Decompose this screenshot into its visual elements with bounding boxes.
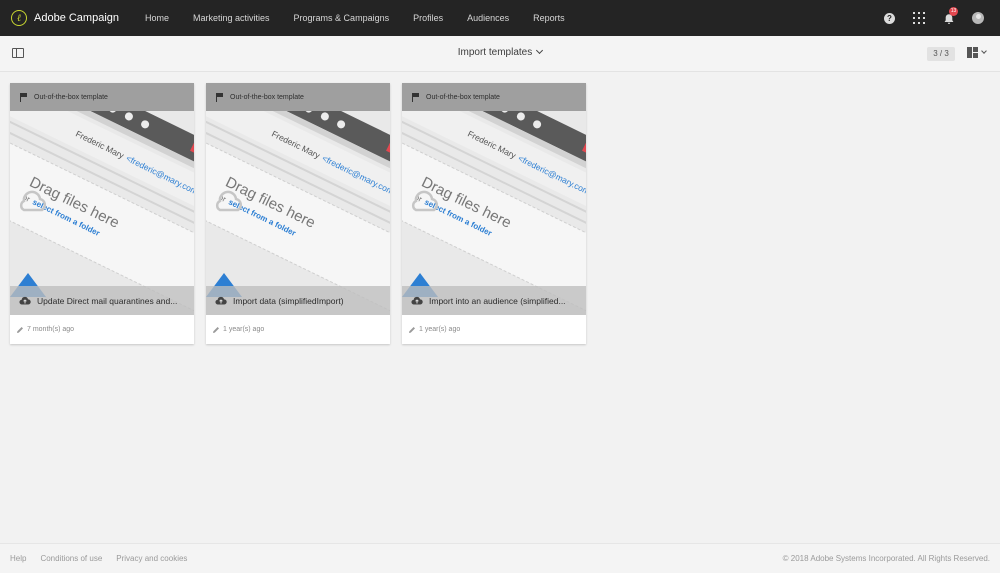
view-mode-toggle[interactable] — [967, 47, 987, 58]
card-title: Import into an audience (simplified... — [429, 295, 566, 306]
nav-item-marketing-activities[interactable]: Marketing activities — [181, 13, 282, 23]
copyright-text: © 2018 Adobe Systems Incorporated. All R… — [782, 554, 990, 563]
card-header-label: Out-of-the-box template — [230, 93, 304, 101]
footer-link-privacy[interactable]: Privacy and cookies — [116, 554, 187, 563]
chevron-down-icon — [536, 46, 544, 55]
template-card-3[interactable]: Out-of-the-box template Frederic Mary <f… — [402, 83, 586, 344]
adobe-campaign-logo-icon: ℓ — [11, 10, 27, 26]
footer-links: Help Conditions of use Privacy and cooki… — [10, 554, 201, 563]
nav-item-audiences[interactable]: Audiences — [455, 13, 521, 23]
cloud-upload-icon — [411, 296, 423, 305]
notification-count-badge: 13 — [949, 7, 958, 16]
page-title-dropdown[interactable]: Import templates — [0, 46, 1000, 58]
footer-link-conditions[interactable]: Conditions of use — [40, 554, 102, 563]
top-navigation-bar: ℓ Adobe Campaign Home Marketing activiti… — [0, 0, 1000, 36]
card-thumbnail: Out-of-the-box template Frederic Mary <f… — [206, 83, 390, 315]
page-title: Import templates — [457, 47, 533, 58]
brand[interactable]: ℓ Adobe Campaign — [11, 10, 131, 26]
flag-icon — [216, 92, 224, 102]
thumbnail-illustration: Frederic Mary <frederic@mary.com> Drag f… — [10, 83, 194, 315]
card-header: Out-of-the-box template — [402, 83, 586, 111]
card-name-bar: Import data (simplifiedImport) — [206, 286, 390, 315]
pencil-icon — [409, 326, 415, 333]
chevron-down-icon — [981, 48, 987, 54]
template-card-1[interactable]: Out-of-the-box template Frederic Mary <f… — [10, 83, 194, 344]
cloud-upload-icon — [19, 296, 31, 305]
main-nav: Home Marketing activities Programs & Cam… — [133, 13, 577, 23]
card-header: Out-of-the-box template — [206, 83, 390, 111]
nav-item-programs-campaigns[interactable]: Programs & Campaigns — [282, 13, 402, 23]
card-modified-time: 1 year(s) ago — [223, 326, 265, 333]
notifications-button[interactable]: 13 — [943, 7, 958, 24]
footer-link-help[interactable]: Help — [10, 554, 26, 563]
card-title: Update Direct mail quarantines and... — [37, 295, 178, 306]
apps-grid-icon[interactable] — [913, 12, 925, 24]
brand-name: Adobe Campaign — [34, 12, 120, 24]
card-header-label: Out-of-the-box template — [426, 93, 500, 101]
card-header-label: Out-of-the-box template — [34, 93, 108, 101]
card-header: Out-of-the-box template — [10, 83, 194, 111]
card-name-bar: Import into an audience (simplified... — [402, 286, 586, 315]
card-footer: 1 year(s) ago — [402, 315, 586, 344]
nav-item-profiles[interactable]: Profiles — [401, 13, 455, 23]
card-view-icon — [967, 47, 978, 58]
thumbnail-illustration: Frederic Mary <frederic@mary.com> Drag f… — [206, 83, 390, 315]
help-icon[interactable]: ? — [884, 12, 895, 24]
card-name-bar: Update Direct mail quarantines and... — [10, 286, 194, 315]
top-actions: ? 13 — [884, 0, 984, 36]
user-avatar[interactable] — [972, 12, 984, 24]
template-card-2[interactable]: Out-of-the-box template Frederic Mary <f… — [206, 83, 390, 344]
pencil-icon — [213, 326, 219, 333]
card-thumbnail: Out-of-the-box template Frederic Mary <f… — [10, 83, 194, 315]
card-modified-time: 1 year(s) ago — [419, 326, 461, 333]
nav-item-reports[interactable]: Reports — [521, 13, 577, 23]
nav-item-home[interactable]: Home — [133, 13, 181, 23]
card-title: Import data (simplifiedImport) — [233, 295, 344, 306]
page-footer: Help Conditions of use Privacy and cooki… — [0, 543, 1000, 573]
cloud-upload-icon — [215, 296, 227, 305]
card-footer: 7 month(s) ago — [10, 315, 194, 344]
card-thumbnail: Out-of-the-box template Frederic Mary <f… — [402, 83, 586, 315]
flag-icon — [412, 92, 420, 102]
thumbnail-illustration: Frederic Mary <frederic@mary.com> Drag f… — [402, 83, 586, 315]
card-modified-time: 7 month(s) ago — [27, 326, 75, 333]
page-toolbar: Import templates 3 / 3 — [0, 36, 1000, 72]
card-footer: 1 year(s) ago — [206, 315, 390, 344]
flag-icon — [20, 92, 28, 102]
pencil-icon — [17, 326, 23, 333]
result-count-badge: 3 / 3 — [927, 47, 955, 61]
